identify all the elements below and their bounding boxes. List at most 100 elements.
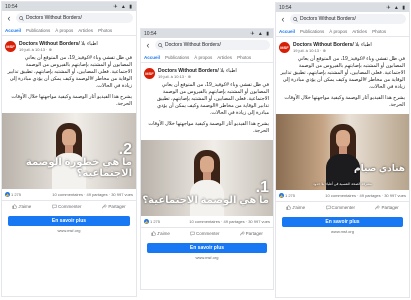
post-stats: 👍 1 275 10 commentaires · 49 partages · 3…: [141, 216, 273, 227]
like-reaction-icon: 👍: [5, 192, 10, 197]
status-bar: 10:54 ✈ ▲ ▮: [141, 29, 273, 38]
comment-button[interactable]: Commenter: [325, 205, 356, 210]
system-icons: ✈ ▲ ▮: [386, 4, 406, 11]
tab-a-propos[interactable]: À propos: [55, 28, 73, 33]
post-header: MSF Doctors Without Borders/ أطباء بلا 1…: [141, 63, 273, 81]
reaction-count[interactable]: 👍 1 275: [5, 192, 21, 197]
learn-more-button[interactable]: En savoir plus: [147, 243, 267, 253]
tab-photos[interactable]: Photos: [98, 28, 112, 33]
search-icon: [293, 16, 298, 22]
share-label: Partager: [381, 205, 399, 210]
post-body-secondary: يشرح هذا الفيديو آثار الوصمة وكيفية مواج…: [148, 121, 269, 134]
engagement-summary[interactable]: 10 commentaires · 49 partages · 30 997 v…: [325, 193, 406, 198]
search-bar[interactable]: Doctors Without Borders/: [290, 14, 406, 24]
post-body: في ظل تفشي وباء #كوفيد_19، من المتوقع أن…: [7, 55, 133, 89]
thumbs-up-icon: [151, 231, 156, 236]
page-tagline: أطباء بلا: [355, 42, 372, 48]
tab-accueil[interactable]: Accueil: [144, 55, 160, 60]
tab-accueil[interactable]: Accueil: [5, 28, 21, 33]
tab-publications[interactable]: Publications: [300, 29, 324, 34]
reaction-count[interactable]: 👍 1 275: [144, 219, 160, 224]
tab-articles[interactable]: Articles: [352, 29, 367, 34]
comment-label: Commenter: [58, 204, 82, 209]
share-button[interactable]: Partager: [239, 231, 263, 236]
like-button[interactable]: J'aime: [151, 231, 170, 236]
like-label: J'aime: [157, 231, 170, 236]
video-thumbnail[interactable]: 1. ما هي الوصمة الاجتماعية؟: [141, 140, 273, 216]
reaction-count[interactable]: 👍 1 275: [279, 193, 295, 198]
tab-publications[interactable]: Publications: [165, 55, 189, 60]
like-button[interactable]: J'aime: [12, 204, 31, 209]
page-tabs: Accueil Publications À propos Articles P…: [276, 26, 409, 37]
tab-a-propos[interactable]: À propos: [194, 55, 212, 60]
presenter-figure: [325, 124, 360, 190]
tab-publications[interactable]: Publications: [26, 28, 50, 33]
back-arrow-icon[interactable]: ‹: [5, 13, 13, 23]
caption-text: ما هي خطورة الوصمة الاجتماعية؟: [25, 157, 132, 179]
status-time: 10:54: [5, 3, 18, 10]
tab-photos[interactable]: Photos: [372, 29, 386, 34]
post-actions: J'aime Commenter Partager: [2, 200, 136, 212]
search-text: Doctors Without Borders/: [165, 42, 221, 48]
top-nav: ‹ Doctors Without Borders/: [141, 38, 273, 52]
avatar[interactable]: MSF: [144, 68, 155, 79]
post-meta: 19 juil. à 10:13 · ⊕: [19, 47, 52, 52]
post-body: في ظل تفشي وباء #كوفيد_19، من المتوقع أن…: [156, 82, 269, 116]
top-nav: ‹ Doctors Without Borders/: [276, 12, 409, 26]
back-arrow-icon[interactable]: ‹: [279, 14, 287, 24]
avatar[interactable]: MSF: [279, 42, 290, 53]
thumbs-up-icon: [286, 205, 292, 210]
link-url[interactable]: www.msf.org: [276, 228, 409, 234]
speaker-subtitle: مشرفة الصحة النفسية في أطباء بلا حدود: [313, 182, 372, 186]
comment-label: Commenter: [331, 205, 356, 210]
tab-articles[interactable]: Articles: [78, 28, 93, 33]
comment-icon: [325, 205, 331, 210]
caption-number: 2.: [118, 141, 132, 158]
share-button[interactable]: Partager: [375, 205, 399, 210]
status-bar: 10:54 ✈ ▲ ▮: [276, 3, 409, 12]
post-header: MSF Doctors Without Borders/ أطباء بلا 1…: [2, 36, 136, 54]
share-button[interactable]: Partager: [102, 204, 126, 209]
learn-more-button[interactable]: En savoir plus: [282, 217, 403, 227]
likes-count: 1 275: [285, 193, 296, 198]
comment-button[interactable]: Commenter: [190, 231, 220, 236]
video-thumbnail[interactable]: هنادي صيام مشرفة الصحة النفسية في أطباء …: [276, 114, 409, 190]
search-bar[interactable]: Doctors Without Borders/: [155, 40, 270, 50]
caption-number: 1.: [255, 179, 269, 196]
page-tagline: أطباء بلا: [81, 41, 98, 47]
share-label: Partager: [245, 231, 263, 236]
search-bar[interactable]: Doctors Without Borders/: [16, 13, 133, 23]
likes-count: 1 275: [11, 192, 22, 197]
tab-accueil[interactable]: Accueil: [279, 29, 295, 34]
share-label: Partager: [108, 204, 126, 209]
back-arrow-icon[interactable]: ‹: [144, 40, 152, 50]
learn-more-button[interactable]: En savoir plus: [8, 216, 130, 226]
thumbs-up-icon: [12, 204, 18, 209]
post-body: في ظل تفشي وباء #كوفيد_19، من المتوقع أن…: [280, 56, 406, 90]
engagement-summary[interactable]: 10 commentaires · 49 partages · 30 997 v…: [52, 192, 133, 197]
tab-photos[interactable]: Photos: [237, 55, 251, 60]
avatar[interactable]: MSF: [5, 41, 16, 52]
page-tagline: أطباء بلا: [220, 68, 237, 74]
search-text: Doctors Without Borders/: [26, 15, 82, 21]
phone-screen-2: 10:54 ✈ ▲ ▮ ‹ Doctors Without Borders/ A…: [140, 28, 274, 290]
share-icon: [102, 204, 108, 209]
likes-count: 1 275: [150, 219, 161, 224]
link-url[interactable]: www.msf.org: [141, 254, 273, 260]
status-time: 10:54: [144, 30, 157, 37]
comment-button[interactable]: Commenter: [52, 204, 82, 209]
status-bar: 10:54 ✈ ▲ ▮: [2, 2, 136, 11]
video-thumbnail[interactable]: 2. ما هي خطورة الوصمة الاجتماعية؟: [2, 113, 136, 189]
link-url[interactable]: www.msf.org: [2, 227, 136, 233]
tab-a-propos[interactable]: À propos: [329, 29, 347, 34]
post-meta: 19 juil. à 10:13 · ⊕: [293, 48, 326, 53]
phone-screen-1: 10:54 ✈ ▲ ▮ ‹ Doctors Without Borders/ A…: [1, 1, 137, 297]
post-stats: 👍 1 275 10 commentaires · 49 partages · 3…: [276, 190, 409, 201]
engagement-summary[interactable]: 10 commentaires · 49 partages · 30 997 v…: [189, 219, 270, 224]
share-icon: [375, 205, 381, 210]
post-header: MSF Doctors Without Borders/ أطباء بلا 1…: [276, 37, 409, 55]
tab-articles[interactable]: Articles: [217, 55, 232, 60]
search-icon: [19, 15, 24, 21]
like-reaction-icon: 👍: [144, 219, 149, 224]
like-button[interactable]: J'aime: [286, 205, 305, 210]
